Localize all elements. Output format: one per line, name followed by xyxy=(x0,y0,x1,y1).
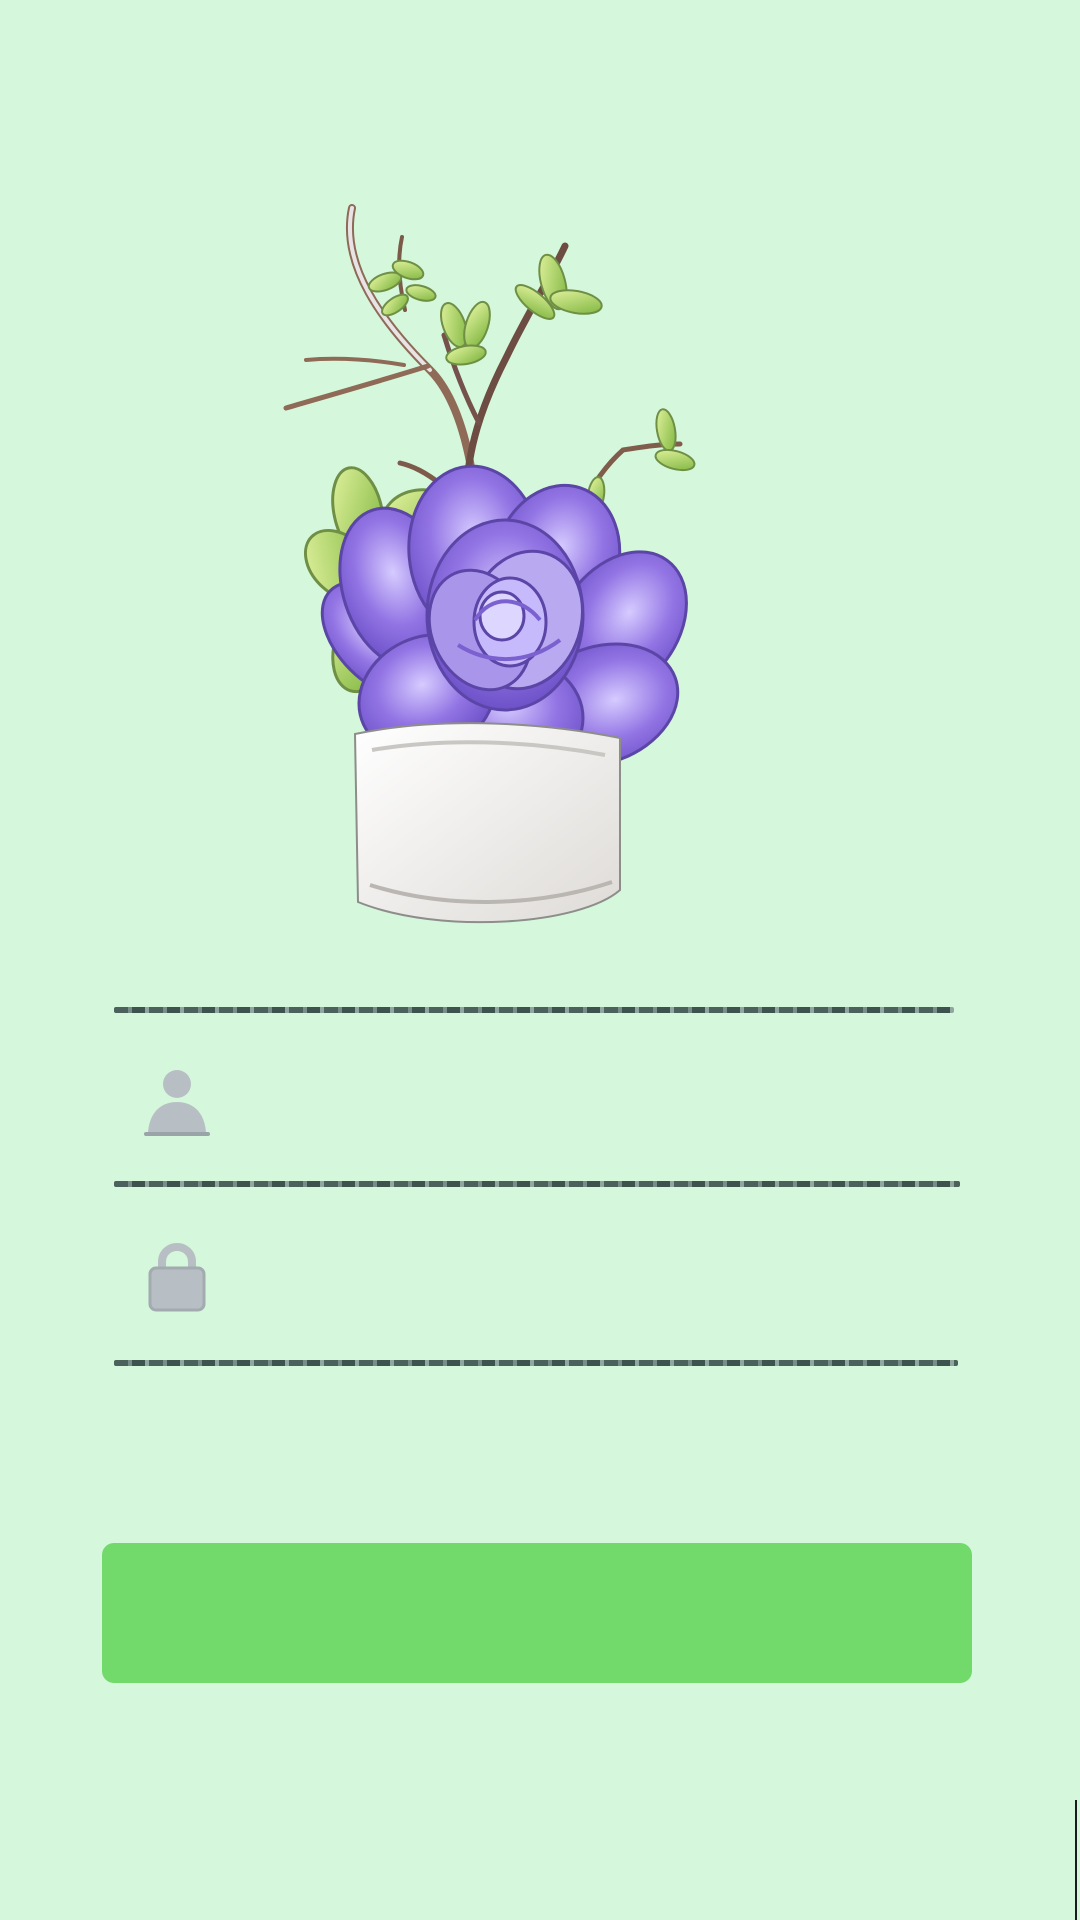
login-button[interactable] xyxy=(102,1543,972,1683)
text-cursor-marker xyxy=(1075,1800,1077,1920)
top-divider xyxy=(114,1007,954,1013)
middle-divider xyxy=(114,1181,960,1187)
login-screen xyxy=(0,0,1080,1920)
succulent-pot-illustration xyxy=(283,204,696,924)
password-input[interactable] xyxy=(246,1230,940,1304)
username-input[interactable] xyxy=(246,1060,940,1134)
bottom-divider xyxy=(114,1360,958,1366)
lock-icon xyxy=(148,1242,206,1312)
password-field[interactable] xyxy=(114,1190,960,1340)
username-field[interactable] xyxy=(114,1020,960,1170)
person-icon xyxy=(144,1070,210,1136)
